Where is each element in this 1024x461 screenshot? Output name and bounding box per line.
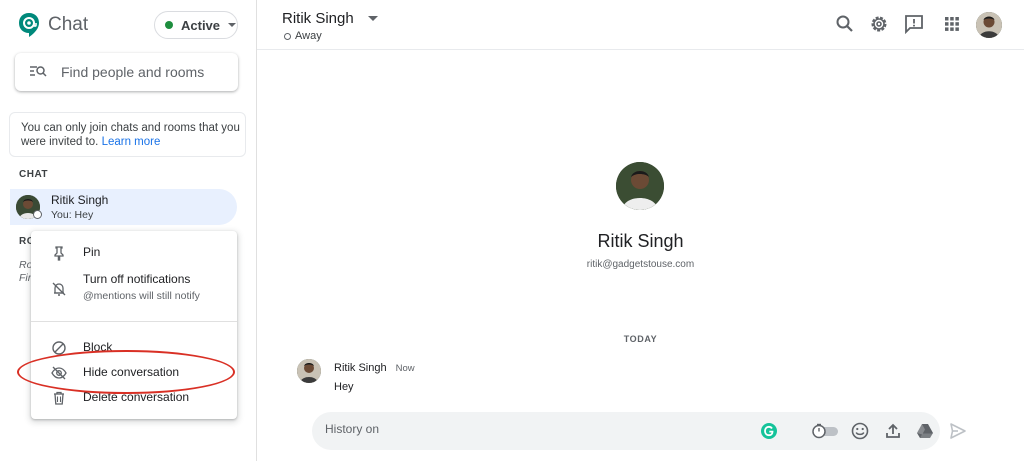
menu-item-pin[interactable]: Pin [31,243,237,265]
block-icon [51,340,67,356]
header-presence: Away [284,30,322,42]
menu-item-turn-off-notifications[interactable]: Turn off notifications @mentions will st… [31,271,237,307]
menu-item-label: Hide conversation [83,365,180,379]
contact-profile-avatar [616,162,664,210]
menu-divider [31,321,237,322]
away-status-icon [284,32,291,40]
upload-icon[interactable] [884,422,902,440]
message-avatar[interactable] [297,359,321,383]
learn-more-link[interactable]: Learn more [102,136,161,148]
feedback-icon[interactable] [904,14,924,35]
chat-item-preview: You: Hey [51,209,94,221]
chevron-down-icon [228,23,237,27]
status-label: Active [181,17,221,33]
contact-profile-email: ritik@gadgetstouse.com [586,259,695,270]
header-status-label: Away [295,30,322,42]
chat-item-name: Ritik Singh [51,193,109,207]
away-status-icon [33,210,42,219]
menu-item-hide-conversation[interactable]: Hide conversation [31,364,237,384]
chat-context-menu: Pin Turn off notifications @mentions wil… [31,231,237,419]
message-header: Ritik Singh Now [334,362,415,374]
app-title: Chat [48,14,89,35]
gear-icon[interactable] [869,14,889,34]
header-contact-name: Ritik Singh [282,10,354,27]
chat-list-item[interactable]: Ritik Singh You: Hey [10,189,237,225]
status-dropdown[interactable]: Active [154,11,238,39]
day-divider-label: TODAY [623,334,658,344]
search-icon[interactable] [835,14,855,34]
conversation-title[interactable]: Ritik Singh [282,10,378,27]
hide-icon [51,365,67,381]
search-input[interactable] [61,64,231,80]
conversation-header: Ritik Singh Away [257,0,1024,50]
invite-info-box: You can only join chats and rooms that y… [9,112,246,157]
notifications-off-icon [51,281,67,297]
menu-item-label: Turn off notifications [83,272,191,286]
search-box[interactable] [15,53,238,91]
conversation-pane: Ritik Singh Away Ritik Singh ritik@gadge… [257,0,1024,461]
contact-profile-name: Ritik Singh [597,231,684,251]
menu-item-label: Block [83,340,113,354]
message-input[interactable] [325,422,725,436]
chat-logo-icon [18,12,40,38]
pin-icon [51,245,67,261]
google-drive-icon[interactable] [916,422,934,440]
app-logo[interactable]: Chat [18,12,88,38]
emoji-icon[interactable] [851,422,869,440]
active-status-dot [165,21,173,29]
apps-grid-icon[interactable] [942,14,962,34]
menu-item-label: Pin [83,245,101,259]
history-toggle-icon[interactable] [810,422,840,440]
search-people-icon [29,63,47,81]
chat-section-label: CHAT [19,169,49,180]
message-timestamp: Now [395,363,415,374]
message-sender: Ritik Singh [334,362,387,374]
chevron-down-icon [367,16,378,21]
account-avatar[interactable] [976,12,1002,38]
menu-item-label: Delete conversation [83,390,190,404]
send-icon[interactable] [949,422,967,440]
grammarly-icon[interactable] [760,422,778,440]
menu-item-sublabel: @mentions will still notify [83,290,200,302]
menu-item-delete-conversation[interactable]: Delete conversation [31,389,237,409]
trash-icon [51,390,67,406]
menu-item-block[interactable]: Block [31,339,237,359]
message-text: Hey [334,381,354,393]
message-composer [312,412,940,450]
